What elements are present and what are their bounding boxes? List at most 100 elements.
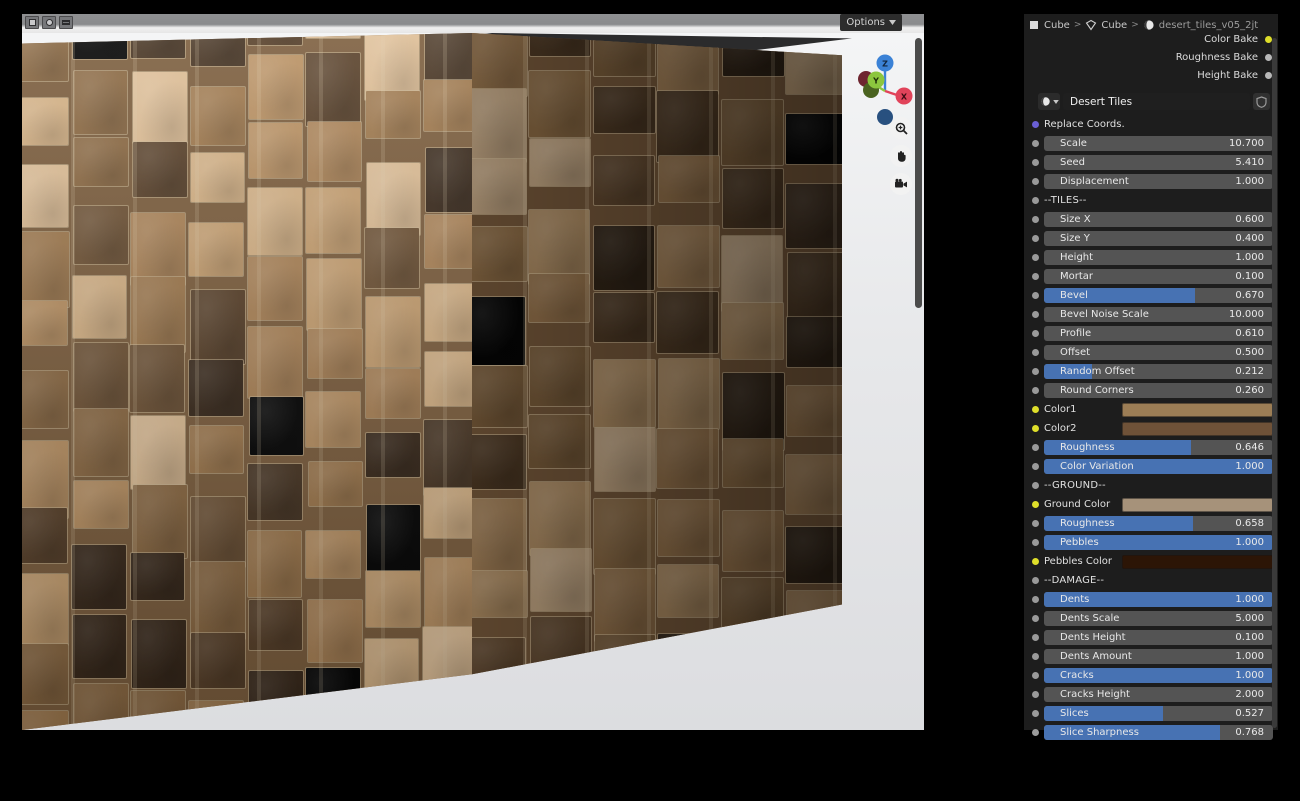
param-row-slice-sharpness[interactable]: Slice Sharpness 0.768	[1028, 723, 1278, 742]
param-socket-roughness-tiles[interactable]	[1032, 444, 1039, 451]
param-row-displacement[interactable]: Displacement 1.000	[1028, 172, 1278, 191]
param-color-ground-color[interactable]: Ground Color	[1044, 497, 1273, 512]
param-row-bevel[interactable]: Bevel 0.670	[1028, 286, 1278, 305]
param-slider-roughness-ground[interactable]: Roughness 0.658	[1044, 516, 1273, 531]
param-slider-roughness-tiles[interactable]: Roughness 0.646	[1044, 440, 1273, 455]
param-socket-pebbles[interactable]	[1032, 539, 1039, 546]
param-row-size-x[interactable]: Size X 0.600	[1028, 210, 1278, 229]
brick-cube-object[interactable]	[22, 33, 924, 730]
viewport-options-dropdown[interactable]: Options	[840, 14, 902, 31]
param-slider-profile[interactable]: Profile 0.610	[1044, 326, 1273, 341]
param-socket-replace-coords[interactable]	[1032, 121, 1039, 128]
zoom-icon[interactable]	[890, 117, 912, 139]
param-slider-pebbles[interactable]: Pebbles 1.000	[1044, 535, 1273, 550]
param-socket-random-offset[interactable]	[1032, 368, 1039, 375]
param-slider-color-variation[interactable]: Color Variation 1.000	[1044, 459, 1273, 474]
param-socket-height[interactable]	[1032, 254, 1039, 261]
param-slider-cracks[interactable]: Cracks 1.000	[1044, 668, 1273, 683]
param-socket-tiles-section[interactable]	[1032, 197, 1039, 204]
bake-output-socket[interactable]	[1265, 35, 1272, 43]
viewport-scrollbar[interactable]	[915, 38, 922, 308]
panel-scrollbar[interactable]	[1272, 38, 1277, 728]
param-row-pebbles[interactable]: Pebbles 1.000	[1028, 533, 1278, 552]
param-slider-slice-sharpness[interactable]: Slice Sharpness 0.768	[1044, 725, 1273, 740]
param-row-seed[interactable]: Seed 5.410	[1028, 153, 1278, 172]
param-color-color1[interactable]: Color1	[1044, 402, 1273, 417]
color-swatch-color1[interactable]	[1122, 402, 1273, 417]
object-mode-icon[interactable]	[42, 16, 56, 29]
breadcrumb-item-1[interactable]: Cube	[1101, 20, 1127, 31]
3d-viewport[interactable]: Options Z Y X	[22, 14, 924, 730]
param-row-offset[interactable]: Offset 0.500	[1028, 343, 1278, 362]
param-slider-height[interactable]: Height 1.000	[1044, 250, 1273, 265]
param-socket-mortar[interactable]	[1032, 273, 1039, 280]
param-socket-cracks[interactable]	[1032, 672, 1039, 679]
param-slider-dents-amount[interactable]: Dents Amount 1.000	[1044, 649, 1273, 664]
param-row-cracks[interactable]: Cracks 1.000	[1028, 666, 1278, 685]
param-socket-slices[interactable]	[1032, 710, 1039, 717]
param-socket-cracks-height[interactable]	[1032, 691, 1039, 698]
param-slider-displacement[interactable]: Displacement 1.000	[1044, 174, 1273, 189]
param-socket-dents-amount[interactable]	[1032, 653, 1039, 660]
param-slider-size-y[interactable]: Size Y 0.400	[1044, 231, 1273, 246]
param-slider-random-offset[interactable]: Random Offset 0.212	[1044, 364, 1273, 379]
param-slider-offset[interactable]: Offset 0.500	[1044, 345, 1273, 360]
viewport-header[interactable]	[22, 14, 924, 33]
param-slider-dents-scale[interactable]: Dents Scale 5.000	[1044, 611, 1273, 626]
param-slider-cracks-height[interactable]: Cracks Height 2.000	[1044, 687, 1273, 702]
node-name-input[interactable]: Desert Tiles	[1063, 93, 1250, 110]
param-socket-dents[interactable]	[1032, 596, 1039, 603]
param-socket-pebbles-color[interactable]	[1032, 558, 1039, 565]
param-socket-bevel[interactable]	[1032, 292, 1039, 299]
param-slider-size-x[interactable]: Size X 0.600	[1044, 212, 1273, 227]
param-row-random-offset[interactable]: Random Offset 0.212	[1028, 362, 1278, 381]
param-row-pebbles-color[interactable]: Pebbles Color	[1028, 552, 1278, 571]
param-socket-offset[interactable]	[1032, 349, 1039, 356]
breadcrumb-item-2[interactable]: desert_tiles_v05_2jt	[1159, 20, 1258, 31]
param-color-pebbles-color[interactable]: Pebbles Color	[1044, 554, 1273, 569]
param-slider-seed[interactable]: Seed 5.410	[1044, 155, 1273, 170]
param-socket-ground-section[interactable]	[1032, 482, 1039, 489]
view-shading-icon[interactable]	[59, 16, 73, 29]
bake-output-socket[interactable]	[1265, 53, 1272, 61]
param-row-height[interactable]: Height 1.000	[1028, 248, 1278, 267]
param-row-color2[interactable]: Color2	[1028, 419, 1278, 438]
param-socket-ground-color[interactable]	[1032, 501, 1039, 508]
editor-type-icon[interactable]	[25, 16, 39, 29]
param-socket-color-variation[interactable]	[1032, 463, 1039, 470]
node-name-row[interactable]: Desert Tiles	[1038, 92, 1270, 111]
param-row-roughness-ground[interactable]: Roughness 0.658	[1028, 514, 1278, 533]
param-row-color-variation[interactable]: Color Variation 1.000	[1028, 457, 1278, 476]
param-socket-size-y[interactable]	[1032, 235, 1039, 242]
param-row-size-y[interactable]: Size Y 0.400	[1028, 229, 1278, 248]
param-socket-color2[interactable]	[1032, 425, 1039, 432]
param-socket-displacement[interactable]	[1032, 178, 1039, 185]
camera-view-icon[interactable]	[890, 173, 912, 195]
param-row-roughness-tiles[interactable]: Roughness 0.646	[1028, 438, 1278, 457]
param-socket-color1[interactable]	[1032, 406, 1039, 413]
pan-hand-icon[interactable]	[890, 145, 912, 167]
param-row-cracks-height[interactable]: Cracks Height 2.000	[1028, 685, 1278, 704]
param-row-dents-amount[interactable]: Dents Amount 1.000	[1028, 647, 1278, 666]
param-socket-size-x[interactable]	[1032, 216, 1039, 223]
param-socket-scale[interactable]	[1032, 140, 1039, 147]
param-row-dents-scale[interactable]: Dents Scale 5.000	[1028, 609, 1278, 628]
param-slider-round-corners[interactable]: Round Corners 0.260	[1044, 383, 1273, 398]
param-slider-slices[interactable]: Slices 0.527	[1044, 706, 1273, 721]
color-swatch-ground-color[interactable]	[1122, 497, 1273, 512]
gizmo-axes[interactable]: Z Y X	[846, 39, 924, 139]
node-group-icon[interactable]	[1038, 93, 1060, 110]
param-slider-scale[interactable]: Scale 10.700	[1044, 136, 1273, 151]
param-slider-bevel[interactable]: Bevel 0.670	[1044, 288, 1273, 303]
param-socket-roughness-ground[interactable]	[1032, 520, 1039, 527]
param-row-scale[interactable]: Scale 10.700	[1028, 134, 1278, 153]
param-row-round-corners[interactable]: Round Corners 0.260	[1028, 381, 1278, 400]
bake-output-socket[interactable]	[1265, 71, 1272, 79]
fake-user-shield-icon[interactable]	[1253, 93, 1270, 110]
color-swatch-color2[interactable]	[1122, 421, 1273, 436]
param-socket-dents-height[interactable]	[1032, 634, 1039, 641]
param-socket-damage-section[interactable]	[1032, 577, 1039, 584]
param-socket-dents-scale[interactable]	[1032, 615, 1039, 622]
param-slider-bevel-noise-scale[interactable]: Bevel Noise Scale 10.000	[1044, 307, 1273, 322]
param-row-color1[interactable]: Color1	[1028, 400, 1278, 419]
